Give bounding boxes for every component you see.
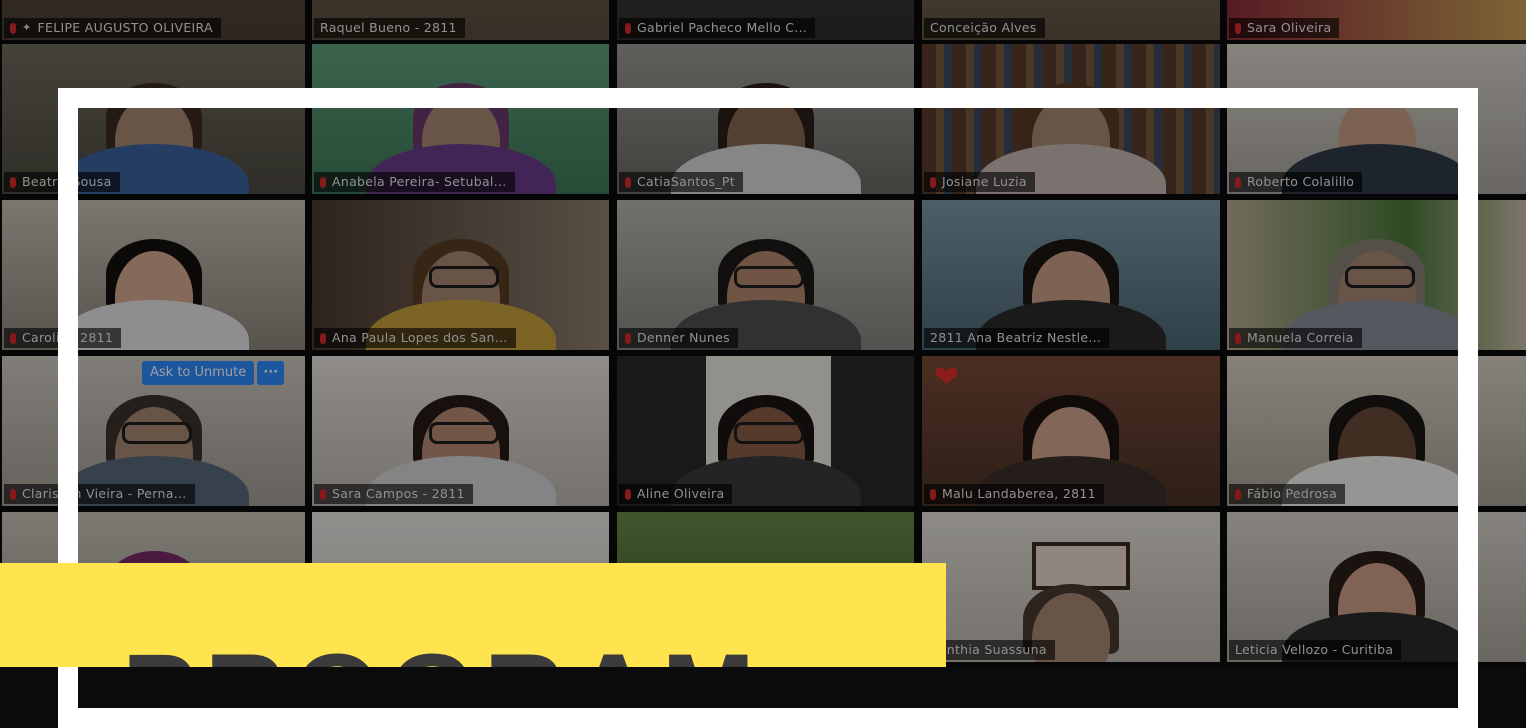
participant-tile[interactable]: Raquel Bueno - 2811 xyxy=(312,0,609,40)
muted-mic-icon xyxy=(10,176,16,188)
participant-name-label: Aline Oliveira xyxy=(619,484,733,504)
participant-name-label: 2811 Ana Beatriz Nestle... xyxy=(924,328,1110,348)
participant-tile[interactable]: Sara Campos - 2811 xyxy=(312,356,609,506)
muted-mic-icon xyxy=(10,488,16,500)
participant-name-label: CatiaSantos_Pt xyxy=(619,172,743,192)
muted-mic-icon xyxy=(1235,332,1241,344)
glasses xyxy=(428,422,499,444)
participant-tile[interactable]: Roberto Colalillo xyxy=(1227,44,1526,194)
muted-mic-icon xyxy=(10,22,16,34)
participant-tile[interactable]: Conceição Alves xyxy=(922,0,1220,40)
participant-tile[interactable]: Sara Oliveira xyxy=(1227,0,1526,40)
more-options-button[interactable]: ··· xyxy=(257,361,285,385)
muted-mic-icon xyxy=(1235,22,1241,34)
participant-name-label: Josiane Luzia xyxy=(924,172,1035,192)
participant-name-label: ✦ FELIPE AUGUSTO OLIVEIRA xyxy=(4,18,221,38)
participant-tile[interactable]: Gabriel Pacheco Mello C... xyxy=(617,0,914,40)
muted-mic-icon xyxy=(1235,488,1241,500)
muted-mic-icon xyxy=(625,176,631,188)
muted-mic-icon xyxy=(320,488,326,500)
participant-name-label: Clarisson Vieira - Perna... xyxy=(4,484,195,504)
glasses xyxy=(121,422,192,444)
glasses xyxy=(1344,266,1415,288)
participant-tile[interactable]: Ana Paula Lopes dos San... xyxy=(312,200,609,350)
participant-name-label: Denner Nunes xyxy=(619,328,738,348)
participant-name-label: Sara Oliveira xyxy=(1229,18,1340,38)
pin-icon: ✦ xyxy=(22,21,32,34)
ask-to-unmute-button[interactable]: Ask to Unmute xyxy=(142,361,255,385)
participant-name-label: Roberto Colalillo xyxy=(1229,172,1363,192)
participant-tile[interactable]: Ask to Unmute ··· Clarisson Vieira - Per… xyxy=(2,356,305,506)
participant-tile[interactable]: Aline Oliveira xyxy=(617,356,914,506)
muted-mic-icon xyxy=(10,332,16,344)
participant-name-label: Gabriel Pacheco Mello C... xyxy=(619,18,816,38)
muted-mic-icon xyxy=(625,22,631,34)
muted-mic-icon xyxy=(930,488,936,500)
muted-mic-icon xyxy=(1235,176,1241,188)
participant-name-label: Manuela Correia xyxy=(1229,328,1362,348)
participant-name-label: Malu Landaberea, 2811 xyxy=(924,484,1104,504)
participant-tile[interactable]: ❤ Malu Landaberea, 2811 xyxy=(922,356,1220,506)
participant-tile[interactable]: Fábio Pedrosa xyxy=(1227,356,1526,506)
yellow-banner: PROGRAM xyxy=(0,563,946,667)
banner-title: PROGRAM xyxy=(122,638,763,668)
participant-tile[interactable]: 2811 Ana Beatriz Nestle... xyxy=(922,200,1220,350)
participant-name-label: Carolina 2811 xyxy=(4,328,122,348)
participant-name-label: Leticia Vellozo - Curitiba xyxy=(1229,640,1402,660)
participant-tile[interactable]: Carolina 2811 xyxy=(2,200,305,350)
participant-name-label: Conceição Alves xyxy=(924,18,1045,38)
muted-mic-icon xyxy=(320,176,326,188)
glasses xyxy=(733,266,804,288)
muted-mic-icon xyxy=(625,488,631,500)
participant-tile[interactable]: Leticia Vellozo - Curitiba xyxy=(1227,512,1526,662)
glasses xyxy=(733,422,804,444)
participant-tile[interactable]: Manuela Correia xyxy=(1227,200,1526,350)
participant-tile[interactable]: Denner Nunes xyxy=(617,200,914,350)
participant-tile[interactable]: ✦ FELIPE AUGUSTO OLIVEIRA xyxy=(2,0,305,40)
participant-name-label: Beatriz Sousa xyxy=(4,172,120,192)
participant-name-label: Sara Campos - 2811 xyxy=(314,484,473,504)
heart-icon: ❤ xyxy=(934,360,960,395)
participant-name-label: Raquel Bueno - 2811 xyxy=(314,18,465,38)
participant-tile[interactable]: Anabela Pereira- Setubal... xyxy=(312,44,609,194)
participant-name-label: Fábio Pedrosa xyxy=(1229,484,1346,504)
glasses xyxy=(428,266,499,288)
participant-tile[interactable]: Josiane Luzia xyxy=(922,44,1220,194)
participant-tile[interactable]: CatiaSantos_Pt xyxy=(617,44,914,194)
participant-name-label: Anabela Pereira- Setubal... xyxy=(314,172,515,192)
muted-mic-icon xyxy=(625,332,631,344)
wall-picture xyxy=(1032,542,1130,590)
participant-tile[interactable]: Beatriz Sousa xyxy=(2,44,305,194)
ask-to-unmute-group: Ask to Unmute ··· xyxy=(142,361,285,385)
muted-mic-icon xyxy=(930,176,936,188)
muted-mic-icon xyxy=(320,332,326,344)
participant-name-label: Ana Paula Lopes dos San... xyxy=(314,328,516,348)
participant-tile[interactable]: Cynthia Suassuna xyxy=(922,512,1220,662)
